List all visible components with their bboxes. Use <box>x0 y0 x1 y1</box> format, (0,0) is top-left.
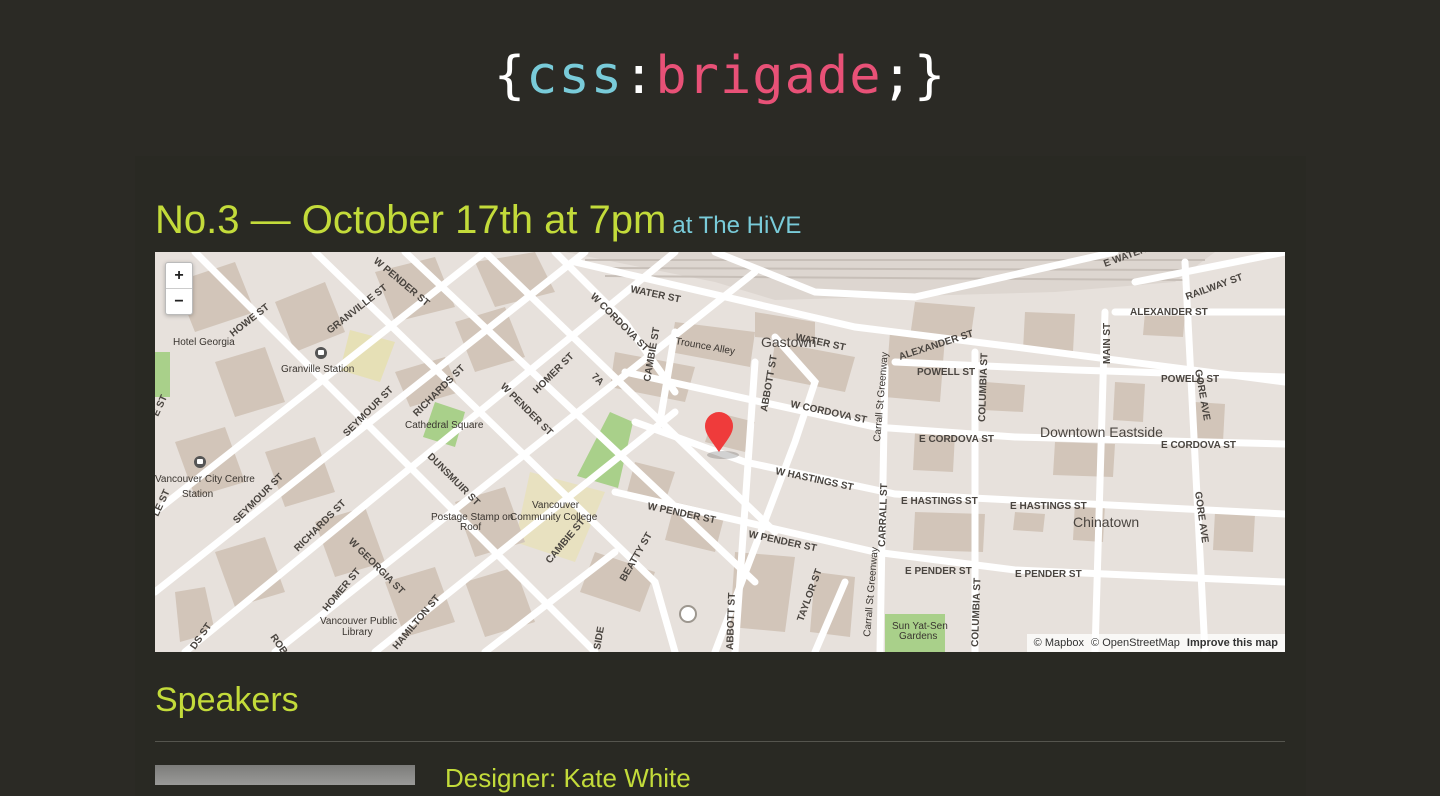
transit-station-icon <box>315 347 327 359</box>
svg-text:W HASTINGS ST: W HASTINGS ST <box>774 466 854 493</box>
svg-text:SIDE: SIDE <box>592 625 607 650</box>
logo-close: ;} <box>881 46 947 106</box>
svg-text:MAIN ST: MAIN ST <box>1102 323 1113 364</box>
svg-text:Downtown Eastside: Downtown Eastside <box>1040 424 1163 440</box>
zoom-in-button[interactable]: + <box>166 263 192 288</box>
svg-text:Vancouver Public: Vancouver Public <box>320 616 397 627</box>
svg-text:E HASTINGS ST: E HASTINGS ST <box>1010 501 1087 512</box>
svg-text:E CORDOVA ST: E CORDOVA ST <box>1161 440 1236 451</box>
circle-marker-icon <box>679 605 697 623</box>
logo-open-brace: { <box>493 46 527 106</box>
svg-text:POWELL ST: POWELL ST <box>1161 374 1219 385</box>
svg-text:Cathedral Square: Cathedral Square <box>405 420 484 431</box>
svg-text:ABBOTT ST: ABBOTT ST <box>725 593 738 651</box>
event-map[interactable]: W PENDER ST WATER ST W CORDOVA ST HOWE S… <box>155 252 1285 652</box>
logo-colon: : <box>623 46 656 106</box>
improve-map-link[interactable]: Improve this map <box>1187 637 1278 649</box>
svg-text:Hotel Georgia: Hotel Georgia <box>173 337 235 348</box>
logo-brigade: brigade <box>655 46 882 106</box>
event-heading: No.3 — October 17th at 7pm at The HiVE <box>155 195 801 251</box>
map-attribution: © Mapbox © OpenStreetMap Improve this ma… <box>1026 634 1285 652</box>
svg-text:DUNSMUIR ST: DUNSMUIR ST <box>425 451 482 508</box>
svg-text:Vancouver City Centre: Vancouver City Centre <box>155 474 255 485</box>
map-canvas[interactable]: W PENDER ST WATER ST W CORDOVA ST HOWE S… <box>155 252 1285 652</box>
svg-text:Library: Library <box>342 627 373 638</box>
svg-text:Granville Station: Granville Station <box>281 364 354 375</box>
event-title: No.3 — October 17th at 7pm <box>155 198 667 242</box>
speaker-name[interactable]: Designer: Kate White <box>445 763 691 793</box>
zoom-out-button[interactable]: − <box>166 288 192 314</box>
logo-css: css <box>526 46 624 106</box>
site-logo[interactable]: {css:brigade;} <box>0 46 1440 106</box>
section-divider <box>155 741 1285 742</box>
svg-text:POWELL ST: POWELL ST <box>917 367 975 378</box>
svg-text:ALEXANDER ST: ALEXANDER ST <box>1130 307 1208 318</box>
svg-text:E HASTINGS ST: E HASTINGS ST <box>901 496 978 507</box>
zoom-control: + − <box>165 262 193 315</box>
svg-text:COLUMBIA ST: COLUMBIA ST <box>970 578 983 647</box>
venue-link[interactable]: at The HiVE <box>672 212 801 239</box>
svg-text:Gardens: Gardens <box>899 631 937 642</box>
speakers-heading: Speakers <box>155 681 299 719</box>
svg-text:Station: Station <box>182 489 213 500</box>
svg-text:Roof: Roof <box>460 522 481 533</box>
svg-text:7A: 7A <box>589 371 606 388</box>
svg-text:E PENDER ST: E PENDER ST <box>905 566 972 577</box>
mapbox-link[interactable]: © Mapbox <box>1034 637 1084 649</box>
svg-text:Chinatown: Chinatown <box>1073 514 1139 530</box>
speaker-photo <box>155 765 415 785</box>
map-park <box>155 352 170 397</box>
svg-text:E ST: E ST <box>155 393 170 418</box>
svg-text:E CORDOVA ST: E CORDOVA ST <box>919 434 994 445</box>
transit-station-icon <box>194 456 206 468</box>
svg-text:Vancouver: Vancouver <box>532 500 580 511</box>
svg-text:RAILWAY ST: RAILWAY ST <box>1184 272 1244 303</box>
svg-text:CARRALL ST: CARRALL ST <box>877 483 890 547</box>
osm-link[interactable]: © OpenStreetMap <box>1091 637 1180 649</box>
svg-text:COLUMBIA ST: COLUMBIA ST <box>977 353 990 422</box>
svg-text:E PENDER ST: E PENDER ST <box>1015 569 1082 580</box>
